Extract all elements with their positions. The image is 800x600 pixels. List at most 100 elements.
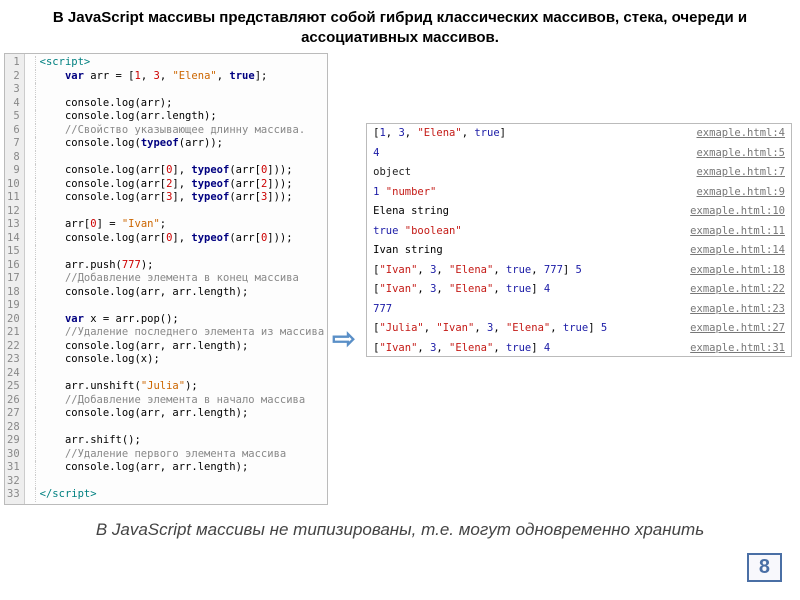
console-value: 4 — [373, 145, 379, 163]
line-number: 7 — [7, 137, 20, 151]
fold-indicator — [28, 164, 36, 178]
fold-indicator — [28, 286, 36, 300]
code-line: console.log(x); — [28, 353, 324, 367]
code-line: console.log(arr, arr.length); — [28, 286, 324, 300]
console-source: exmaple.html:31 — [690, 340, 785, 358]
console-source: exmaple.html:11 — [690, 223, 785, 241]
page-number: 8 — [747, 553, 782, 582]
console-line: ["Ivan", 3, "Elena", true] 4exmaple.html… — [367, 339, 791, 359]
code-line — [28, 421, 324, 435]
console-line: 1 "number" exmaple.html:9 — [367, 183, 791, 203]
fold-indicator — [28, 326, 36, 340]
code-editor-pane: 1234567891011121314151617181920212223242… — [4, 53, 328, 505]
code-line — [28, 367, 324, 381]
console-value: ["Julia", "Ivan", 3, "Elena", true] 5 — [373, 320, 607, 338]
fold-indicator — [28, 313, 36, 327]
code-line: console.log(arr.length); — [28, 110, 324, 124]
footer-text: В JavaScript массивы не типизированы, т.… — [0, 505, 800, 541]
line-number: 21 — [7, 326, 20, 340]
code-line: console.log(typeof(arr)); — [28, 137, 324, 151]
line-number: 15 — [7, 245, 20, 259]
line-number: 19 — [7, 299, 20, 313]
line-number: 26 — [7, 394, 20, 408]
line-number-gutter: 1234567891011121314151617181920212223242… — [5, 54, 25, 504]
fold-indicator — [28, 340, 36, 354]
fold-indicator — [28, 434, 36, 448]
console-value: ["Ivan", 3, "Elena", true] 4 — [373, 281, 550, 299]
line-number: 13 — [7, 218, 20, 232]
code-line: //Добавление элемента в начало массива — [28, 394, 324, 408]
code-line: arr[0] = "Ivan"; — [28, 218, 324, 232]
console-value: 777 — [373, 301, 392, 319]
code-line — [28, 151, 324, 165]
line-number: 28 — [7, 421, 20, 435]
line-number: 14 — [7, 232, 20, 246]
code-line: //Добавление элемента в конец массива — [28, 272, 324, 286]
code-line: console.log(arr, arr.length); — [28, 461, 324, 475]
console-value: 1 "number" — [373, 184, 436, 202]
console-line: ["Ivan", 3, "Elena", true] 4 exmaple.html… — [367, 280, 791, 300]
fold-indicator — [28, 448, 36, 462]
line-number: 6 — [7, 124, 20, 138]
code-line — [28, 205, 324, 219]
code-line: //Свойство указывающее длинну массива. — [28, 124, 324, 138]
line-number: 33 — [7, 488, 20, 502]
code-body: <script> var arr = [1, 3, "Elena", true]… — [25, 54, 327, 504]
fold-indicator — [28, 380, 36, 394]
console-source: exmaple.html:10 — [690, 203, 785, 221]
line-number: 22 — [7, 340, 20, 354]
fold-indicator — [28, 488, 36, 502]
console-line: 4exmaple.html:5 — [367, 144, 791, 164]
fold-indicator — [28, 205, 36, 219]
fold-indicator — [28, 259, 36, 273]
line-number: 4 — [7, 97, 20, 111]
console-source: exmaple.html:9 — [696, 184, 785, 202]
console-value: true "boolean" — [373, 223, 462, 241]
line-number: 11 — [7, 191, 20, 205]
code-line: //Удаление первого элемента массива — [28, 448, 324, 462]
console-source: exmaple.html:18 — [690, 262, 785, 280]
fold-indicator — [28, 56, 36, 70]
code-line: arr.shift(); — [28, 434, 324, 448]
code-line: console.log(arr, arr.length); — [28, 407, 324, 421]
code-line: console.log(arr, arr.length); — [28, 340, 324, 354]
fold-indicator — [28, 70, 36, 84]
fold-indicator — [28, 245, 36, 259]
fold-indicator — [28, 218, 36, 232]
line-number: 27 — [7, 407, 20, 421]
console-line: 777exmaple.html:23 — [367, 300, 791, 320]
line-number: 31 — [7, 461, 20, 475]
fold-indicator — [28, 407, 36, 421]
fold-indicator — [28, 178, 36, 192]
code-line: console.log(arr); — [28, 97, 324, 111]
fold-indicator — [28, 137, 36, 151]
fold-indicator — [28, 83, 36, 97]
line-number: 17 — [7, 272, 20, 286]
console-line: objectexmaple.html:7 — [367, 163, 791, 183]
console-line: ["Julia", "Ivan", 3, "Elena", true] 5exm… — [367, 319, 791, 339]
console-value: ["Ivan", 3, "Elena", true, 777] 5 — [373, 262, 582, 280]
code-line: arr.unshift("Julia"); — [28, 380, 324, 394]
fold-indicator — [28, 299, 36, 313]
fold-indicator — [28, 353, 36, 367]
fold-indicator — [28, 151, 36, 165]
line-number: 16 — [7, 259, 20, 273]
line-number: 10 — [7, 178, 20, 192]
arrow-column: ⇨ — [332, 173, 362, 505]
fold-indicator — [28, 394, 36, 408]
line-number: 29 — [7, 434, 20, 448]
fold-indicator — [28, 421, 36, 435]
fold-indicator — [28, 232, 36, 246]
console-source: exmaple.html:22 — [690, 281, 785, 299]
line-number: 20 — [7, 313, 20, 327]
fold-indicator — [28, 475, 36, 489]
line-number: 8 — [7, 151, 20, 165]
slide-title: В JavaScript массивы представляют собой … — [0, 0, 800, 51]
console-value: Elena string — [373, 203, 449, 221]
console-value: Ivan string — [373, 242, 443, 260]
console-source: exmaple.html:14 — [690, 242, 785, 260]
line-number: 5 — [7, 110, 20, 124]
console-value: object — [373, 164, 411, 182]
console-line: Ivan string exmaple.html:14 — [367, 241, 791, 261]
line-number: 3 — [7, 83, 20, 97]
